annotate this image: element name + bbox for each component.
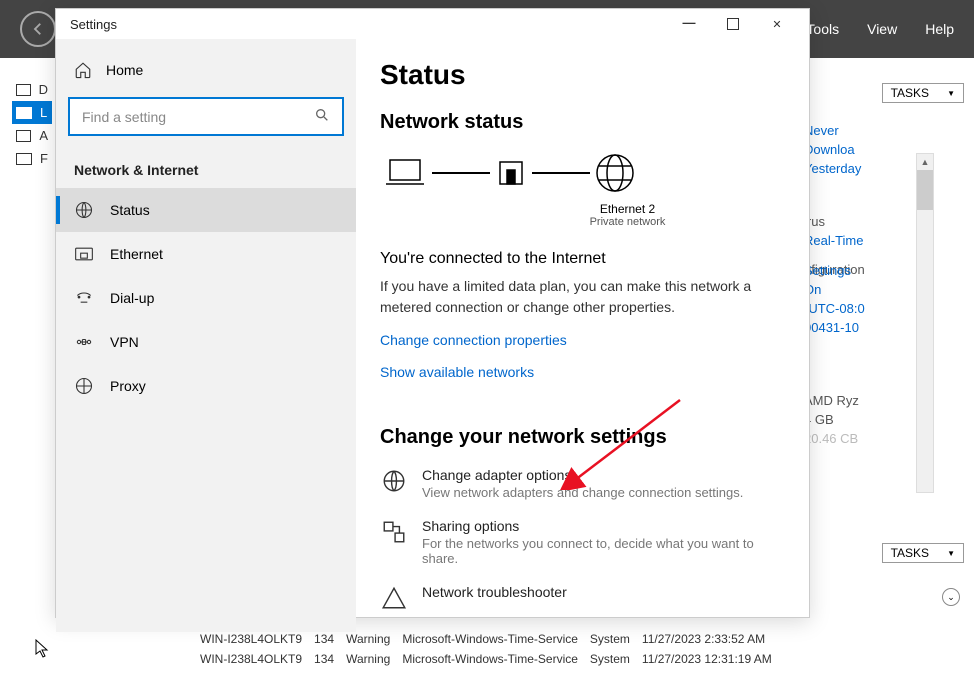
nav-status[interactable]: Status bbox=[56, 188, 356, 232]
link-realtime[interactable]: Real-Time bbox=[804, 233, 964, 248]
search-input[interactable]: Find a setting bbox=[68, 97, 344, 136]
eth-name: Ethernet 2 bbox=[470, 202, 785, 216]
bg-side-d[interactable]: D bbox=[12, 78, 52, 101]
nav-label: VPN bbox=[110, 334, 139, 350]
bg-side-a[interactable]: A bbox=[12, 124, 52, 147]
bg-side-l[interactable]: L bbox=[12, 101, 52, 124]
label-irus: irus bbox=[804, 214, 964, 229]
log-row[interactable]: WIN-I238L4OLKT9134WarningMicrosoft-Windo… bbox=[200, 629, 974, 649]
home-label: Home bbox=[106, 62, 143, 78]
option-troubleshoot[interactable]: Network troubleshooter bbox=[380, 584, 785, 612]
spec-cpu: AMD Ryz bbox=[804, 393, 964, 408]
nav-vpn[interactable]: VPN bbox=[56, 320, 356, 364]
option-title: Network troubleshooter bbox=[422, 584, 567, 600]
diagram-labels: Ethernet 2 Private network bbox=[470, 202, 785, 228]
search-icon bbox=[314, 107, 330, 126]
option-adapter[interactable]: Change adapter options View network adap… bbox=[380, 467, 785, 500]
page-title: Status bbox=[380, 59, 785, 91]
globe-icon bbox=[594, 152, 636, 194]
menu-view[interactable]: View bbox=[867, 21, 897, 37]
minimize-button[interactable] bbox=[667, 9, 711, 39]
globe-grid-icon bbox=[74, 200, 94, 220]
option-sharing[interactable]: Sharing options For the networks you con… bbox=[380, 518, 785, 566]
eth-type: Private network bbox=[470, 216, 785, 228]
back-button[interactable] bbox=[20, 11, 56, 47]
menu-tools[interactable]: Tools bbox=[806, 21, 839, 37]
nav-label: Dial-up bbox=[110, 290, 154, 306]
bg-side-f[interactable]: F bbox=[12, 147, 52, 170]
network-diagram bbox=[382, 152, 785, 194]
maximize-button[interactable] bbox=[711, 9, 755, 39]
nav-proxy[interactable]: Proxy bbox=[56, 364, 356, 408]
vpn-icon bbox=[74, 332, 94, 352]
nav-label: Status bbox=[110, 202, 150, 218]
link-settings[interactable]: Settings bbox=[804, 263, 964, 278]
close-button[interactable] bbox=[755, 9, 799, 39]
connected-body: If you have a limited data plan, you can… bbox=[380, 276, 785, 318]
warning-icon bbox=[380, 584, 408, 612]
nav-ethernet[interactable]: Ethernet bbox=[56, 232, 356, 276]
cursor-icon bbox=[35, 639, 51, 659]
option-desc: View network adapters and change connect… bbox=[422, 485, 743, 500]
nav-label: Proxy bbox=[110, 378, 146, 394]
spec-ram: 4 GB bbox=[804, 412, 964, 427]
link-never[interactable]: Never bbox=[804, 123, 964, 138]
settings-content: Status Network status Ethernet 2 Private… bbox=[356, 39, 809, 632]
link-on[interactable]: On bbox=[804, 282, 964, 297]
network-status-title: Network status bbox=[380, 111, 785, 134]
titlebar: Settings bbox=[56, 9, 809, 39]
connected-heading: You're connected to the Internet bbox=[380, 250, 785, 268]
link-yesterday[interactable]: Yesterday bbox=[804, 161, 964, 176]
dialup-icon bbox=[74, 288, 94, 308]
search-placeholder: Find a setting bbox=[82, 109, 166, 125]
router-icon bbox=[494, 156, 528, 190]
proxy-icon bbox=[74, 376, 94, 396]
spec-disk: 20.46 CB bbox=[804, 431, 964, 446]
settings-window: Settings Home Find a setting Network & I… bbox=[55, 8, 810, 618]
menu-help[interactable]: Help bbox=[925, 21, 954, 37]
laptop-icon bbox=[382, 156, 428, 190]
option-title: Change adapter options bbox=[422, 467, 743, 483]
link-utc[interactable]: (UTC-08:0 bbox=[804, 301, 964, 316]
option-title: Sharing options bbox=[422, 518, 785, 534]
nav-dialup[interactable]: Dial-up bbox=[56, 276, 356, 320]
ethernet-icon bbox=[74, 244, 94, 264]
change-settings-title: Change your network settings bbox=[380, 426, 785, 449]
bg-sidebar: D L A F bbox=[12, 78, 52, 170]
link-download[interactable]: Downloa bbox=[804, 142, 964, 157]
category-header: Network & Internet bbox=[56, 144, 356, 188]
bg-scrollbar[interactable]: ▲ bbox=[916, 153, 934, 493]
home-link[interactable]: Home bbox=[56, 51, 356, 89]
nav-label: Ethernet bbox=[110, 246, 163, 262]
link-available-networks[interactable]: Show available networks bbox=[380, 364, 534, 380]
home-icon bbox=[74, 61, 92, 79]
bg-right-panel: TASKS▼ Never Downloa Yesterday irus Real… bbox=[804, 83, 964, 450]
expand-toggle[interactable]: ⌄ bbox=[942, 588, 960, 606]
tasks-dropdown-2[interactable]: TASKS▼ bbox=[882, 543, 964, 563]
option-desc: For the networks you connect to, decide … bbox=[422, 536, 785, 566]
window-title: Settings bbox=[70, 17, 117, 32]
tasks-dropdown[interactable]: TASKS▼ bbox=[882, 83, 964, 103]
log-row[interactable]: WIN-I238L4OLKT9134WarningMicrosoft-Windo… bbox=[200, 649, 974, 669]
link-connection-props[interactable]: Change connection properties bbox=[380, 332, 567, 348]
settings-sidebar: Home Find a setting Network & Internet S… bbox=[56, 39, 356, 632]
link-00431[interactable]: 00431-10 bbox=[804, 320, 964, 335]
adapter-icon bbox=[380, 467, 408, 495]
sharing-icon bbox=[380, 518, 408, 546]
